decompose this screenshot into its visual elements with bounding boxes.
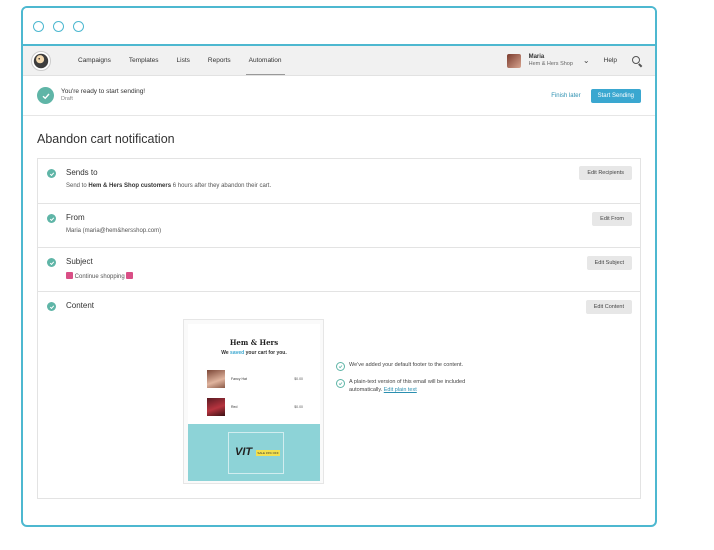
account-menu[interactable]: Maria Hem & Hers Shop xyxy=(529,54,573,67)
help-link[interactable]: Help xyxy=(604,57,617,64)
preview-cart-item: Red $0.00 xyxy=(207,398,303,416)
finish-later-link[interactable]: Finish later xyxy=(551,93,580,99)
edit-plain-text-link[interactable]: Edit plain text xyxy=(384,387,417,393)
edit-subject-button[interactable]: Edit Subject xyxy=(586,256,632,270)
edit-from-button[interactable]: Edit From xyxy=(592,212,632,226)
content-notes: We've added your default footer to the c… xyxy=(336,362,499,402)
nav-item-automation[interactable]: Automation xyxy=(240,46,291,75)
row-title: Content xyxy=(66,301,95,310)
nav-item-lists[interactable]: Lists xyxy=(168,46,199,75)
nav-item-reports[interactable]: Reports xyxy=(199,46,240,75)
ready-text: You're ready to start sending! Draft xyxy=(61,88,145,104)
campaign-status: Draft xyxy=(61,96,73,103)
note-text: A plain-text version of this email will … xyxy=(349,379,499,394)
note-footer: We've added your default footer to the c… xyxy=(336,362,499,371)
search-icon[interactable] xyxy=(631,55,643,67)
row-description: Continue shopping xyxy=(66,272,640,280)
checklist-row-content: Content Edit Content Hem & Hers We saved… xyxy=(38,292,640,498)
tag-highlight: saved xyxy=(230,350,245,356)
product-thumbnail xyxy=(207,398,225,416)
subject-text: Continue shopping xyxy=(74,274,125,280)
campaign-checklist: Sends to Send to Hem & Hers Shop custome… xyxy=(37,158,641,499)
tag-suffix: your cart for you. xyxy=(245,350,287,356)
edit-recipients-button[interactable]: Edit Recipients xyxy=(579,166,632,180)
check-circle-icon xyxy=(336,362,345,371)
check-circle-icon xyxy=(336,379,345,388)
mailchimp-logo-icon[interactable] xyxy=(31,50,51,71)
preview-tagline: We saved your cart for you. xyxy=(188,350,320,356)
tag-prefix: We xyxy=(221,350,229,356)
banner-tag: SALE 15% OFF xyxy=(256,450,280,456)
nav-menu: Campaigns Templates Lists Reports Automa… xyxy=(69,46,291,75)
user-avatar[interactable] xyxy=(506,53,521,68)
email-preview[interactable]: Hem & Hers We saved your cart for you. F… xyxy=(183,319,324,484)
note-text: We've added your default footer to the c… xyxy=(349,362,464,368)
edit-content-button[interactable]: Edit Content xyxy=(585,300,632,314)
chevron-down-icon[interactable]: ⌄ xyxy=(583,56,590,65)
start-sending-button[interactable]: Start Sending xyxy=(590,88,641,103)
ready-banner: You're ready to start sending! Draft Fin… xyxy=(23,76,655,116)
window-maximize-dot[interactable] xyxy=(73,20,84,32)
shopping-bag-icon xyxy=(66,272,73,279)
row-description: Maria (maria@hem&hersshop.com) xyxy=(66,228,162,234)
row-title: Sends to xyxy=(66,168,98,177)
checkmark-icon xyxy=(47,302,56,311)
checkmark-icon xyxy=(47,169,56,178)
checkmark-icon xyxy=(37,87,54,104)
banner-text: VIT xyxy=(235,446,253,458)
checklist-row-subject: Subject Continue shopping Edit Subject xyxy=(38,248,640,292)
window-minimize-dot[interactable] xyxy=(53,20,64,32)
checklist-row-from: From Maria (maria@hem&hersshop.com) Edit… xyxy=(38,204,640,248)
desc-prefix: Send to xyxy=(66,183,87,189)
preview-cart-item: Fancy Hat $0.00 xyxy=(207,370,303,388)
checkmark-icon xyxy=(47,258,56,267)
ready-title: You're ready to start sending! xyxy=(61,87,146,95)
desc-suffix: 6 hours after they abandon their cart. xyxy=(172,183,272,189)
window-titlebar xyxy=(23,8,655,46)
page-title: Abandon cart notification xyxy=(37,132,175,146)
product-price: $0.00 xyxy=(294,405,303,409)
product-name: Fancy Hat xyxy=(231,377,247,381)
product-name: Red xyxy=(231,405,238,409)
nav-right: Maria Hem & Hers Shop ⌄ Help xyxy=(506,53,643,68)
row-title: From xyxy=(66,213,85,222)
checkmark-icon xyxy=(47,214,56,223)
user-org: Hem & Hers Shop xyxy=(528,60,573,67)
checklist-row-sends-to: Sends to Send to Hem & Hers Shop custome… xyxy=(38,159,640,204)
product-thumbnail xyxy=(207,370,225,388)
row-title: Subject xyxy=(66,257,93,266)
note-plaintext: A plain-text version of this email will … xyxy=(336,379,499,394)
nav-item-campaigns[interactable]: Campaigns xyxy=(69,46,120,75)
row-description: Send to Hem & Hers Shop customers 6 hour… xyxy=(66,183,640,189)
audience-name: Hem & Hers Shop customers xyxy=(88,183,172,189)
user-name: Maria xyxy=(528,53,545,60)
window-close-dot[interactable] xyxy=(33,20,44,32)
shopping-bag-icon xyxy=(126,272,134,279)
ready-actions: Finish later Start Sending xyxy=(551,88,641,103)
app-window: Campaigns Templates Lists Reports Automa… xyxy=(21,6,657,527)
preview-promo-banner: VIT SALE 15% OFF xyxy=(188,424,320,481)
top-nav: Campaigns Templates Lists Reports Automa… xyxy=(23,46,655,76)
nav-item-templates[interactable]: Templates xyxy=(120,46,168,75)
email-preview-canvas: Hem & Hers We saved your cart for you. F… xyxy=(188,324,320,481)
product-price: $0.00 xyxy=(294,377,303,381)
preview-brand: Hem & Hers xyxy=(229,338,279,347)
